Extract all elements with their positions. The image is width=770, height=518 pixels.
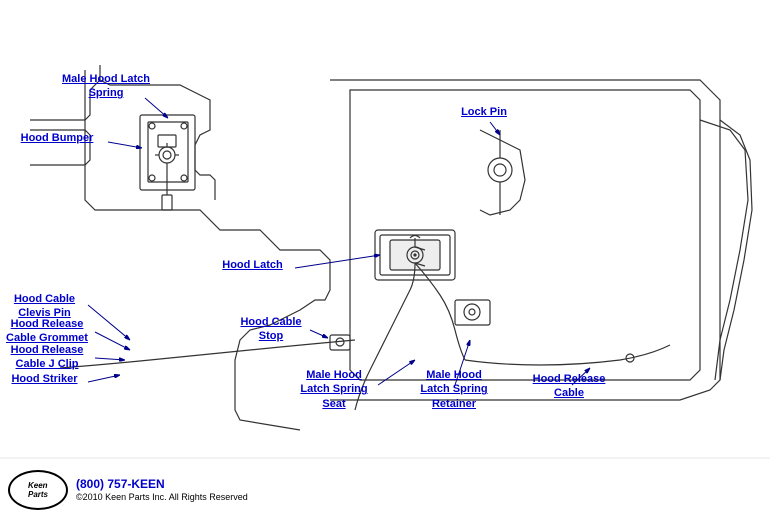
- label-hood-latch[interactable]: Hood Latch: [215, 258, 290, 272]
- footer-info: (800) 757-KEEN ©2010 Keen Parts Inc. All…: [76, 477, 248, 504]
- label-hood-release-cable[interactable]: Hood ReleaseCable: [525, 372, 613, 401]
- phone-number[interactable]: (800) 757-KEEN: [76, 477, 248, 491]
- label-hood-release-cable-j-clip[interactable]: Hood ReleaseCable J Clip: [2, 343, 92, 372]
- label-hood-cable-stop[interactable]: Hood CableStop: [232, 315, 310, 344]
- label-hood-release-cable-grommet[interactable]: Hood ReleaseCable Grommet: [2, 317, 92, 346]
- label-hood-bumper[interactable]: Hood Bumper: [12, 131, 102, 145]
- label-lock-pin[interactable]: Lock Pin: [448, 105, 520, 119]
- footer: KeenParts (800) 757-KEEN ©2010 Keen Part…: [8, 470, 248, 510]
- diagram-container: Male Hood Latch Spring Hood Bumper Hood …: [0, 0, 770, 518]
- label-hood-striker[interactable]: Hood Striker: [2, 372, 87, 386]
- copyright: ©2010 Keen Parts Inc. All Rights Reserve…: [76, 491, 248, 504]
- keen-parts-logo: KeenParts: [8, 470, 68, 510]
- label-male-hood-latch-spring-seat[interactable]: Male HoodLatch SpringSeat: [290, 368, 378, 411]
- label-male-hood-latch-spring-retainer[interactable]: Male HoodLatch SpringRetainer: [408, 368, 500, 411]
- label-male-hood-latch-spring[interactable]: Male Hood Latch Spring: [62, 72, 150, 101]
